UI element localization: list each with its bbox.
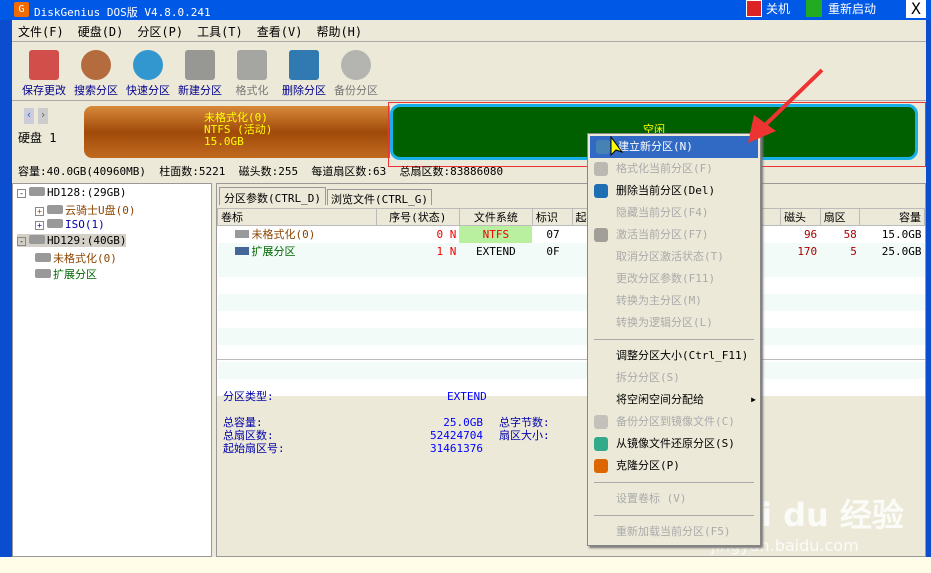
- tree-item-0[interactable]: - HD128:(29GB): [17, 186, 126, 199]
- app-icon: G: [14, 2, 29, 17]
- toolbar-button-4[interactable]: 格式化: [224, 50, 280, 98]
- partition-block-0[interactable]: 未格式化(0) NTFS (活动) 15.0GB: [84, 106, 390, 158]
- expand-toggle[interactable]: -: [17, 189, 26, 198]
- table-row[interactable]: 未格式化(0) 0 N NTFS 07 96 58 15.0GB: [217, 225, 925, 243]
- disk-label: 硬盘 1: [18, 131, 57, 145]
- new-partition-icon: [596, 140, 610, 154]
- column-header[interactable]: 扇区: [819, 208, 861, 226]
- toolbar-button-6[interactable]: 备份分区: [328, 50, 384, 98]
- context-menu-item-12[interactable]: 备份分区到镜像文件(C): [588, 411, 760, 433]
- status-strip: [0, 557, 931, 573]
- menu-item-2[interactable]: 分区(P): [137, 25, 183, 39]
- tab-browse-files[interactable]: 浏览文件(CTRL_G): [327, 189, 432, 206]
- submenu-arrow-icon: ▶: [751, 395, 756, 404]
- column-header[interactable]: 文件系统: [458, 208, 533, 226]
- partition-icon: [234, 247, 249, 255]
- context-menu-item-11[interactable]: 将空闲空间分配给 ▶: [588, 389, 760, 411]
- toolbar-button-2[interactable]: 快速分区: [120, 50, 176, 98]
- search-icon: [81, 50, 111, 80]
- hard-disk-icon: [29, 235, 45, 244]
- tree-item-2[interactable]: + ISO(1): [35, 218, 105, 231]
- next-disk-button[interactable]: ›: [38, 108, 48, 124]
- menu-item-5[interactable]: 帮助(H): [316, 25, 362, 39]
- backup-icon: [594, 415, 608, 429]
- context-menu-item-8[interactable]: 转换为逻辑分区(L): [588, 312, 760, 334]
- close-button[interactable]: X: [906, 0, 926, 18]
- partition-icon: [47, 205, 63, 214]
- tree-item-1[interactable]: + 云骑士U盘(0): [35, 202, 136, 218]
- context-menu-item-13[interactable]: 从镜像文件还原分区(S): [588, 433, 760, 455]
- toolbar-button-3[interactable]: 新建分区: [172, 50, 228, 98]
- quick-partition-icon: [133, 50, 163, 80]
- column-header[interactable]: 卷标: [217, 208, 377, 226]
- plug-icon: [594, 228, 608, 242]
- tree-item-5[interactable]: 扩展分区: [35, 266, 97, 282]
- clone-icon: [594, 459, 608, 473]
- restart-icon: [806, 0, 822, 17]
- restart-button[interactable]: 重新启动: [828, 0, 876, 17]
- title-bar: G DiskGenius DOS版 V4.8.0.241 关机 重新启动 X: [0, 0, 931, 20]
- annotation-arrow: [748, 68, 824, 143]
- context-menu-item-5[interactable]: 取消分区激活状态(T): [588, 246, 760, 268]
- partition-icon: [234, 230, 249, 239]
- column-header[interactable]: 序号(状态): [375, 208, 460, 226]
- context-menu: 建立新分区(N) 格式化当前分区(F) 删除当前分区(Del) 隐藏当前分区(F4) 激…: [587, 133, 761, 546]
- column-header[interactable]: 磁头: [780, 208, 821, 226]
- tree-item-4[interactable]: 未格式化(0): [35, 250, 117, 266]
- disk-tree: - HD128:(29GB) + 云骑士U盘(0) + ISO(1) - HD129:(40G…: [12, 183, 212, 557]
- tree-item-3[interactable]: - HD129:(40GB): [17, 234, 127, 247]
- menu-separator: [594, 339, 754, 340]
- partition-size: 15.0GB: [204, 135, 244, 148]
- menu-item-0[interactable]: 文件(F): [18, 25, 64, 39]
- context-menu-item-7[interactable]: 转换为主分区(M): [588, 290, 760, 312]
- shutdown-icon: [746, 0, 762, 17]
- expand-toggle[interactable]: -: [17, 237, 26, 246]
- context-menu-item-2[interactable]: 删除当前分区(Del): [588, 180, 760, 202]
- context-menu-item-16[interactable]: 重新加载当前分区(F5): [588, 521, 760, 543]
- context-menu-item-3[interactable]: 隐藏当前分区(F4): [588, 202, 760, 224]
- context-menu-item-14[interactable]: 克隆分区(P): [588, 455, 760, 477]
- format-icon: [237, 50, 267, 80]
- delete-icon: [289, 50, 319, 80]
- shutdown-button[interactable]: 关机: [766, 0, 790, 17]
- menu-separator: [594, 482, 754, 483]
- context-menu-item-9[interactable]: 调整分区大小(Ctrl_F11): [588, 345, 760, 367]
- format-icon: [594, 162, 608, 176]
- context-menu-item-15[interactable]: 设置卷标 (V): [588, 488, 760, 510]
- toolbar-button-1[interactable]: 搜索分区: [68, 50, 124, 98]
- partition-icon: [35, 253, 51, 262]
- menu-item-1[interactable]: 硬盘(D): [78, 25, 124, 39]
- context-menu-item-4[interactable]: 激活当前分区(F7): [588, 224, 760, 246]
- disk-info: 容量:40.0GB(40960MB) 柱面数:5221 磁头数:255 每道扇区…: [18, 165, 504, 178]
- menu-separator: [594, 515, 754, 516]
- tab-partition-params[interactable]: 分区参数(CTRL_D): [219, 187, 326, 205]
- toolbar-button-0[interactable]: 保存更改: [16, 50, 72, 98]
- delete-icon: [594, 184, 608, 198]
- restore-icon: [594, 437, 608, 451]
- partition-table: 卷标序号(状态)文件系统标识起始磁头扇区容量 未格式化(0)0 NNTFS079…: [217, 208, 925, 396]
- menu-item-3[interactable]: 工具(T): [197, 25, 243, 39]
- backup-icon: [341, 50, 371, 80]
- hard-disk-icon: [29, 187, 45, 196]
- menu-bar: 文件(F) 硬盘(D) 分区(P) 工具(T) 查看(V) 帮助(H): [18, 23, 376, 40]
- save-icon: [29, 50, 59, 80]
- column-header[interactable]: 标识: [531, 208, 573, 226]
- context-menu-item-10[interactable]: 拆分分区(S): [588, 367, 760, 389]
- window-title: DiskGenius DOS版 V4.8.0.241: [34, 6, 211, 19]
- expand-toggle[interactable]: +: [35, 207, 44, 216]
- menu-item-4[interactable]: 查看(V): [257, 25, 303, 39]
- table-row[interactable]: 扩展分区 1 N EXTEND 0F 170 5 25.0GB: [217, 242, 925, 260]
- expand-toggle[interactable]: +: [35, 221, 44, 230]
- partition-icon: [35, 269, 51, 278]
- new-partition-icon: [185, 50, 215, 80]
- mouse-cursor-icon: [610, 136, 624, 157]
- prev-disk-button[interactable]: ‹: [24, 108, 34, 124]
- partition-icon: [47, 219, 63, 228]
- context-menu-item-6[interactable]: 更改分区参数(F11): [588, 268, 760, 290]
- context-menu-item-1[interactable]: 格式化当前分区(F): [588, 158, 760, 180]
- column-header[interactable]: 容量: [859, 208, 925, 226]
- toolbar-button-5[interactable]: 删除分区: [276, 50, 332, 98]
